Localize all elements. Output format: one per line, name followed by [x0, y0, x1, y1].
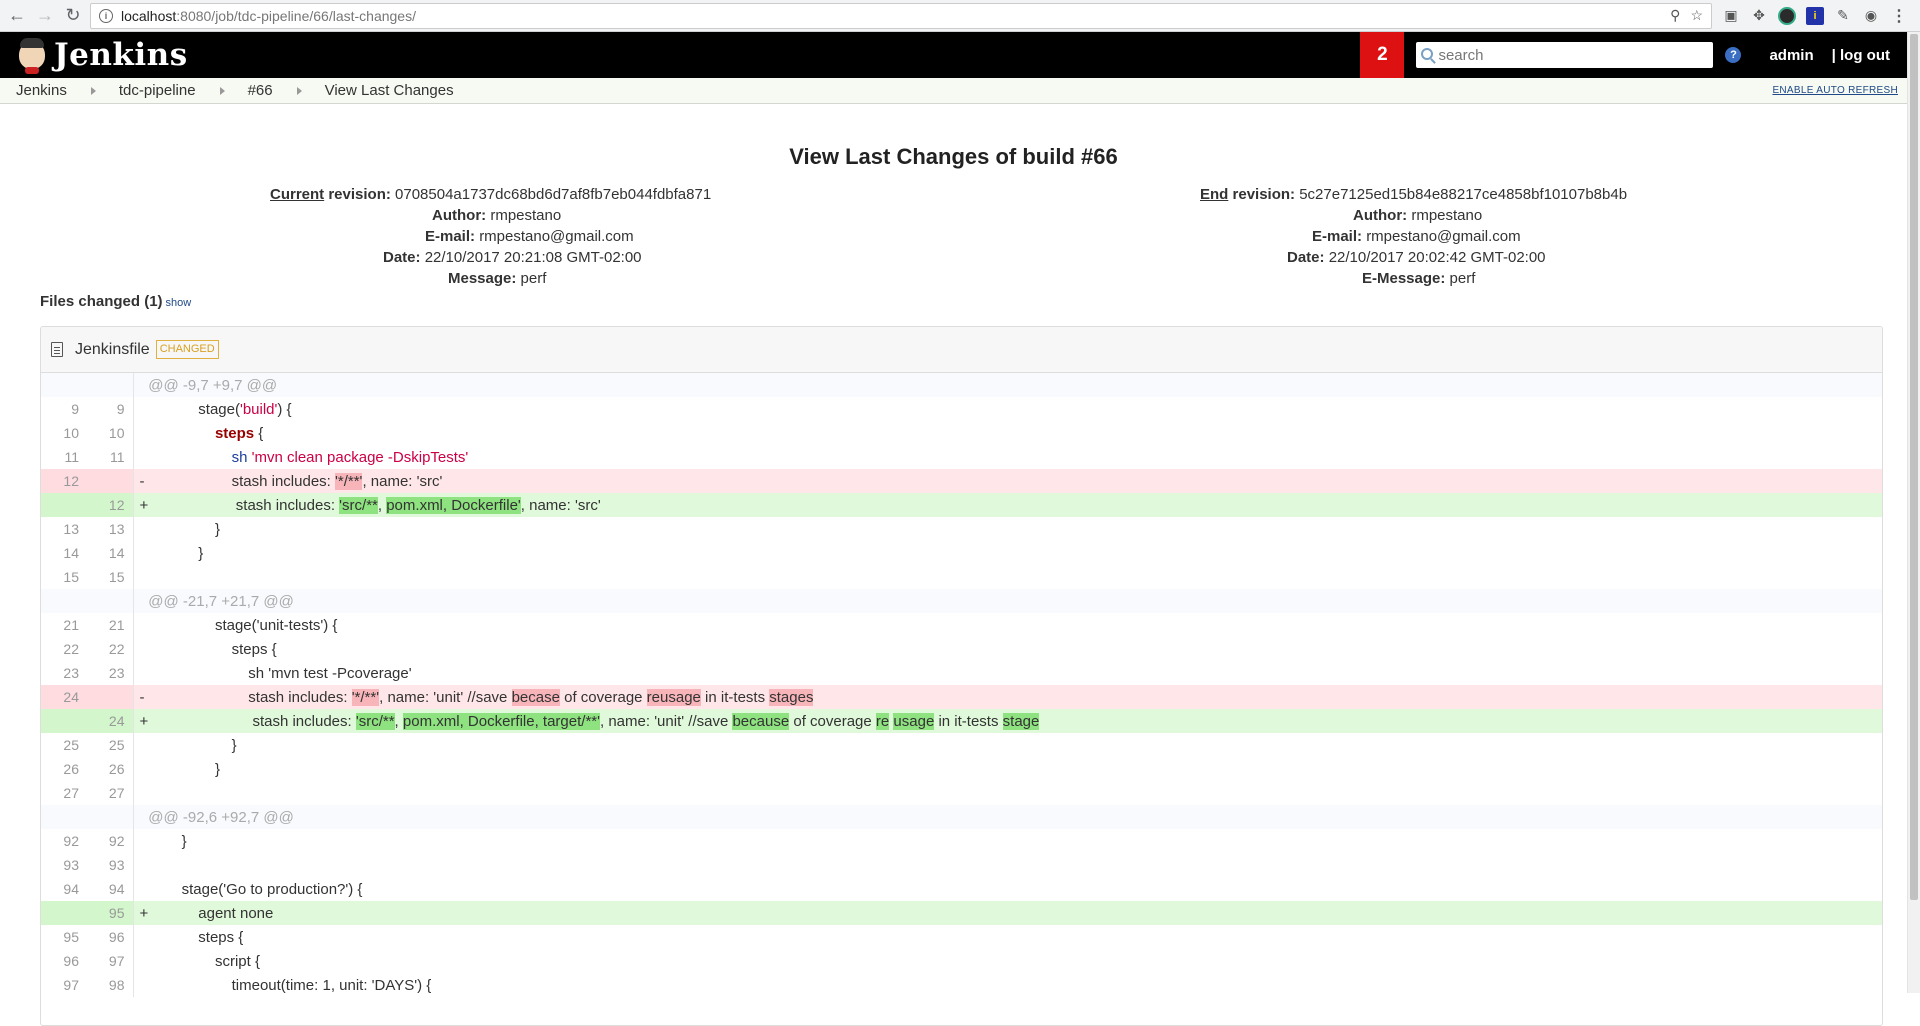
end-revision-label: End revision:	[1200, 186, 1296, 203]
diff-file-name: Jenkinsfile	[75, 340, 150, 358]
end-revision-block: End revision: 5c27e7125ed15b84e88217ce48…	[1200, 186, 1628, 287]
current-revision-block: Current revision: 0708504a1737dc68bd6d7a…	[270, 186, 712, 287]
breadcrumb-job[interactable]: tdc-pipeline	[119, 82, 196, 99]
table-row: 11 11 sh 'mvn clean package -DskipTests'	[41, 445, 1882, 469]
browser-menu-icon[interactable]: ⋮	[1890, 7, 1908, 25]
table-row: 95 + agent none	[41, 901, 1882, 925]
bookmark-star-icon[interactable]: ☆	[1690, 7, 1703, 24]
revision-info: Current revision: 0708504a1737dc68bd6d7a…	[0, 184, 1907, 292]
end-revision-hash: 5c27e7125ed15b84e88217ce4858bf10107b8b4b	[1299, 186, 1628, 203]
page-scrollbar[interactable]	[1907, 32, 1920, 993]
end-email: rmpestano@gmail.com	[1366, 228, 1521, 245]
diff-panel: Jenkinsfile CHANGED @@ -9,7 +9,7 @@ 99 s…	[40, 326, 1883, 1026]
table-row: 99 stage('build') {	[41, 397, 1882, 421]
reload-icon[interactable]: ↻	[62, 5, 84, 27]
logout-link[interactable]: | log out	[1832, 47, 1890, 64]
show-files-link[interactable]: show	[166, 297, 192, 309]
jenkins-header: Jenkins 2 ? admin | log out	[0, 32, 1920, 78]
user-link[interactable]: admin	[1769, 47, 1813, 64]
current-author: rmpestano	[490, 207, 562, 224]
diff-table: @@ -9,7 +9,7 @@ 99 stage('build') { 10 10…	[41, 373, 1882, 997]
screenshot-extension-icon[interactable]: ▣	[1722, 7, 1740, 25]
current-email: rmpestano@gmail.com	[479, 228, 634, 245]
url-path: :8080/job/tdc-pipeline/66/last-changes/	[176, 7, 416, 24]
breadcrumb-jenkins[interactable]: Jenkins	[16, 82, 67, 99]
table-row: 97 98 timeout(time: 1, unit: 'DAYS') {	[41, 973, 1882, 997]
end-date: 22/10/2017 20:02:42 GMT-02:00	[1328, 249, 1546, 266]
table-row: 24- stash includes: '*/**', name: 'unit'…	[41, 685, 1882, 709]
color-extension-icon[interactable]	[1778, 6, 1796, 25]
jenkins-butler-icon	[16, 35, 48, 75]
diff-hunk-header: @@ -21,7 +21,7 @@	[41, 589, 1882, 613]
table-row: 10 10 steps {	[41, 421, 1882, 445]
back-icon[interactable]: ←	[6, 5, 28, 27]
browser-toolbar: ← → ↻ i localhost:8080/job/tdc-pipeline/…	[0, 0, 1920, 32]
table-row: 21 21 stage('unit-tests') {	[41, 613, 1882, 637]
table-row: 24 + stash includes: 'src/**, pom.xml, Do…	[41, 709, 1882, 733]
help-icon[interactable]: ?	[1725, 47, 1742, 63]
changed-badge: CHANGED	[155, 340, 219, 359]
camera-extension-icon[interactable]: ◉	[1862, 7, 1880, 25]
notification-badge[interactable]: 2	[1360, 32, 1405, 78]
table-row: 96 97 script {	[41, 949, 1882, 973]
diff-file-header: Jenkinsfile CHANGED	[41, 327, 1882, 373]
zoom-icon[interactable]: ⚲	[1670, 7, 1680, 24]
table-row: 13 13 }	[41, 517, 1882, 541]
url-host: localhost	[121, 7, 177, 24]
table-row: 92 92 }	[41, 829, 1882, 853]
address-bar[interactable]: i localhost:8080/job/tdc-pipeline/66/las…	[90, 2, 1712, 29]
breadcrumb-arrow-icon[interactable]	[90, 86, 96, 95]
logo-text: Jenkins	[54, 37, 188, 73]
scrollbar-thumb[interactable]	[1910, 34, 1918, 900]
end-message: perf	[1449, 270, 1476, 287]
site-info-icon[interactable]: i	[99, 8, 113, 23]
jenkins-logo[interactable]: Jenkins	[0, 32, 188, 78]
file-icon	[51, 342, 63, 357]
breadcrumb-build[interactable]: #66	[248, 82, 273, 99]
search-box	[1416, 42, 1714, 68]
current-date: 22/10/2017 20:21:08 GMT-02:00	[424, 249, 642, 266]
table-row: 23 23 sh 'mvn test -Pcoverage'	[41, 661, 1882, 685]
breadcrumb: Jenkins tdc-pipeline #66 View Last Chang…	[0, 78, 1907, 104]
page-title: View Last Changes of build #66	[789, 144, 1118, 169]
breadcrumb-arrow-icon[interactable]	[296, 86, 302, 95]
search-icon	[1421, 48, 1434, 60]
main-panel: View Last Changes of build #66 Current r…	[0, 106, 1907, 1026]
diff-hunk-header: @@ -92,6 +92,7 @@	[41, 805, 1882, 829]
blue-extension-icon[interactable]: i	[1806, 6, 1824, 25]
files-changed-heading: Files changed (1) show	[40, 293, 192, 310]
table-row: 12 + stash includes: 'src/**, pom.xml, Do…	[41, 493, 1882, 517]
current-revision-label: Current revision:	[270, 186, 391, 203]
search-input[interactable]	[1416, 42, 1714, 68]
table-row: 94 94 stage('Go to production?') {	[41, 877, 1882, 901]
current-message: perf	[520, 270, 547, 287]
diff-hunk-header: @@ -9,7 +9,7 @@	[41, 373, 1882, 397]
table-row: 14 14 }	[41, 541, 1882, 565]
enable-auto-refresh-link[interactable]: ENABLE AUTO REFRESH	[1772, 85, 1898, 96]
table-row: 93 93	[41, 853, 1882, 877]
table-row: 26 26 }	[41, 757, 1882, 781]
table-row: 27 27	[41, 781, 1882, 805]
eyedropper-extension-icon[interactable]: ✎	[1834, 7, 1852, 25]
current-revision-hash: 0708504a1737dc68bd6d7af8fb7eb044fdbfa871	[395, 186, 712, 203]
breadcrumb-current[interactable]: View Last Changes	[325, 82, 454, 99]
table-row: 95 96 steps {	[41, 925, 1882, 949]
end-author: rmpestano	[1411, 207, 1483, 224]
table-row: 12- stash includes: '*/**', name: 'src'	[41, 469, 1882, 493]
table-row: 22 22 steps {	[41, 637, 1882, 661]
table-row: 15 15	[41, 565, 1882, 589]
table-row: 25 25 }	[41, 733, 1882, 757]
breadcrumb-arrow-icon[interactable]	[219, 86, 225, 95]
move-extension-icon[interactable]: ✥	[1750, 7, 1768, 25]
forward-icon[interactable]: →	[34, 5, 56, 27]
